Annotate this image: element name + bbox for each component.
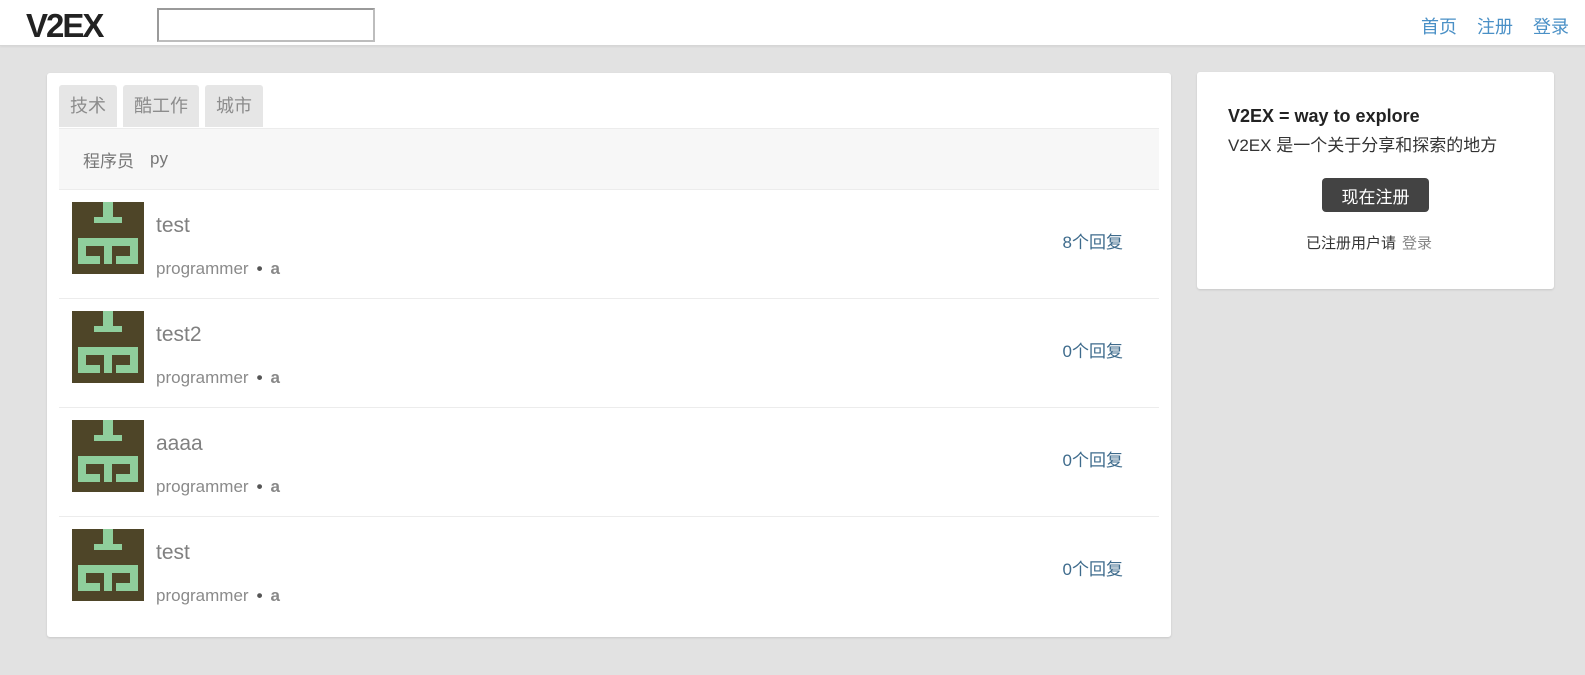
login-prompt: 已注册用户请 登录	[1306, 232, 1432, 253]
user-avatar[interactable]	[72, 311, 144, 383]
topic-node[interactable]: programmer	[156, 368, 249, 387]
node-subnav: 程序员 py	[59, 128, 1159, 190]
signup-now-button[interactable]: 现在注册	[1322, 178, 1429, 212]
topic-item: test2 programmer • a 0个回复	[59, 299, 1159, 408]
sidebar-intro-box: V2EX = way to explore V2EX 是一个关于分享和探索的地方…	[1197, 72, 1554, 289]
topic-author[interactable]: a	[271, 586, 280, 605]
node-link-programmer[interactable]: 程序员	[83, 147, 134, 172]
topic-meta: programmer • a	[156, 259, 280, 279]
topic-item: test programmer • a 0个回复	[59, 517, 1159, 626]
search-input[interactable]	[157, 8, 375, 42]
nav-signup-link[interactable]: 注册	[1477, 13, 1513, 41]
category-tabs: 技术 酷工作 城市	[59, 85, 263, 127]
reply-count-link[interactable]: 8个回复	[1063, 233, 1123, 253]
reply-count-link[interactable]: 0个回复	[1063, 342, 1123, 362]
topic-author[interactable]: a	[271, 368, 280, 387]
tab-tech[interactable]: 技术	[59, 85, 117, 127]
meta-separator: •	[256, 368, 263, 387]
login-prompt-text: 已注册用户请	[1306, 235, 1397, 252]
topic-item: aaaa programmer • a 0个回复	[59, 408, 1159, 517]
sidebar-title: V2EX = way to explore	[1228, 106, 1420, 126]
nav-login-link[interactable]: 登录	[1533, 13, 1569, 41]
reply-count-link[interactable]: 0个回复	[1063, 451, 1123, 471]
topic-title-link[interactable]: aaaa	[156, 432, 203, 456]
topic-list-panel: 技术 酷工作 城市 程序员 py test programmer • a 8个回复	[47, 73, 1171, 637]
user-avatar[interactable]	[72, 529, 144, 601]
user-avatar[interactable]	[72, 420, 144, 492]
meta-separator: •	[256, 586, 263, 605]
meta-separator: •	[256, 477, 263, 496]
topic-title-link[interactable]: test	[156, 214, 190, 238]
topic-node[interactable]: programmer	[156, 477, 249, 496]
topic-meta: programmer • a	[156, 368, 280, 388]
topic-title-link[interactable]: test	[156, 541, 190, 565]
node-link-py[interactable]: py	[150, 149, 168, 169]
reply-count-link[interactable]: 0个回复	[1063, 560, 1123, 580]
top-bar: V2EX 首页 注册 登录	[0, 0, 1585, 46]
tab-city[interactable]: 城市	[205, 85, 263, 127]
topic-node[interactable]: programmer	[156, 586, 249, 605]
topic-node[interactable]: programmer	[156, 259, 249, 278]
tab-jobs[interactable]: 酷工作	[123, 85, 199, 127]
topic-author[interactable]: a	[271, 477, 280, 496]
topic-item: test programmer • a 8个回复	[59, 190, 1159, 299]
top-nav: 首页 注册 登录	[1421, 13, 1569, 41]
meta-separator: •	[256, 259, 263, 278]
topic-title-link[interactable]: test2	[156, 323, 202, 347]
topic-meta: programmer • a	[156, 586, 280, 606]
sidebar-login-link[interactable]: 登录	[1402, 235, 1432, 252]
nav-home-link[interactable]: 首页	[1421, 13, 1457, 41]
user-avatar[interactable]	[72, 202, 144, 274]
site-logo[interactable]: V2EX	[26, 6, 104, 46]
topic-meta: programmer • a	[156, 477, 280, 497]
topic-author[interactable]: a	[271, 259, 280, 278]
sidebar-description: V2EX 是一个关于分享和探索的地方	[1228, 136, 1498, 155]
